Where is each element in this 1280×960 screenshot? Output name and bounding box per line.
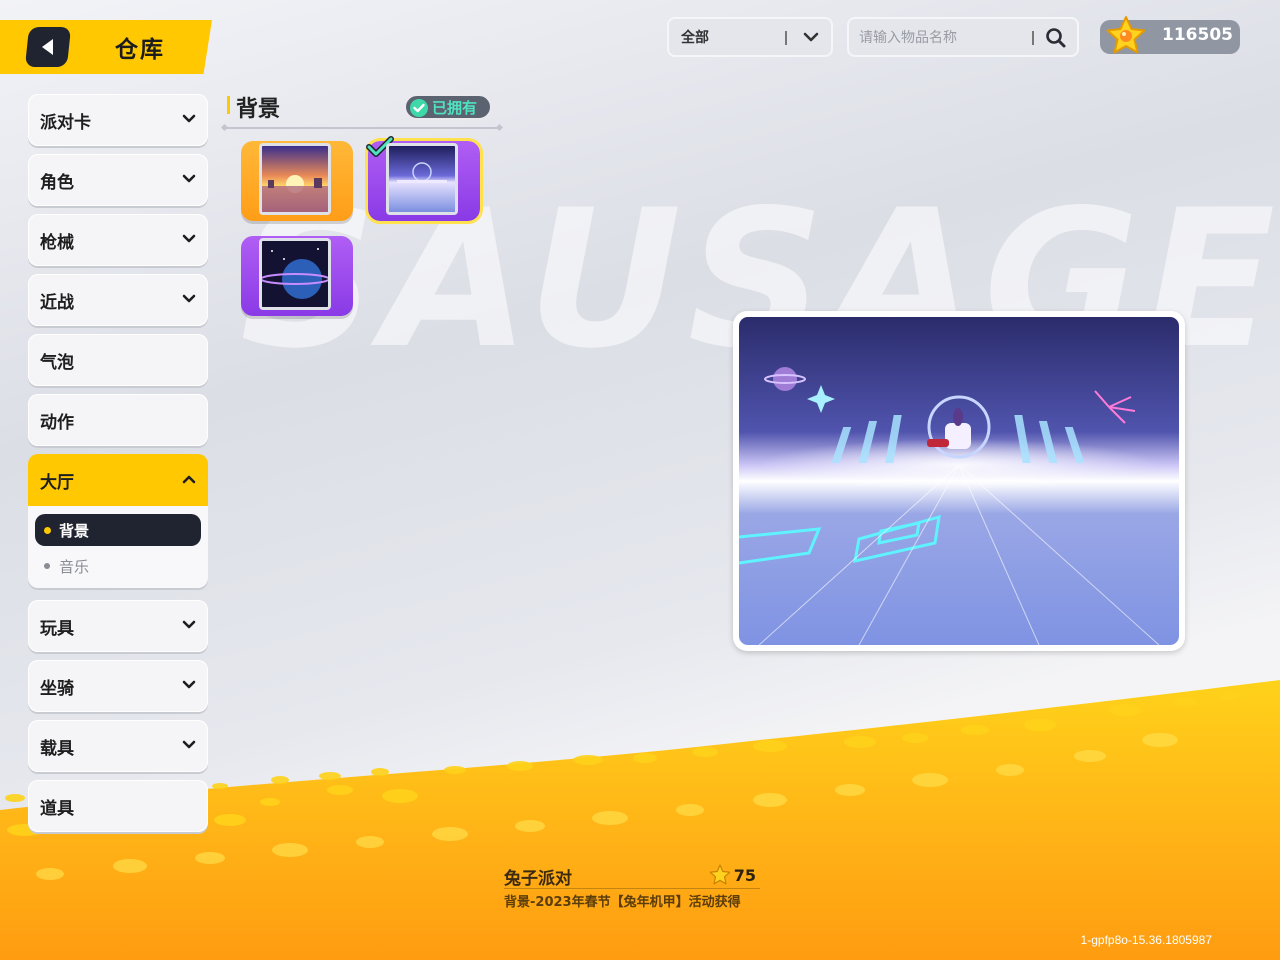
search-box xyxy=(847,17,1079,57)
category-filter-dropdown[interactable]: 全部 xyxy=(667,17,833,57)
item-preview-panel xyxy=(733,311,1185,651)
sidebar-item-vehicle[interactable]: 载具 xyxy=(28,720,208,772)
subcategory-label: 音乐 xyxy=(59,557,90,576)
item-thumbnail xyxy=(386,143,458,215)
sidebar-item-mount[interactable]: 坐骑 xyxy=(28,660,208,712)
chevron-down-icon xyxy=(182,174,196,183)
item-name: 兔子派对 xyxy=(504,869,572,889)
sidebar-item-label: 道具 xyxy=(40,798,74,819)
subcategory-label: 背景 xyxy=(59,521,90,540)
item-thumbnail xyxy=(259,238,331,310)
sidebar-item-melee[interactable]: 近战 xyxy=(28,274,208,326)
search-input[interactable] xyxy=(859,26,1027,50)
subcategory-music[interactable]: 音乐 xyxy=(35,550,201,582)
lobby-subcategory-panel: 背景 音乐 xyxy=(28,506,208,588)
planet-thumbnail-image xyxy=(262,241,328,307)
currency-amount: 116505 xyxy=(1162,25,1233,45)
chevron-down-icon xyxy=(182,114,196,123)
neon-stage-background-item[interactable] xyxy=(365,136,483,224)
star-coin-icon xyxy=(1106,16,1146,54)
section-title: 背景 xyxy=(236,97,281,122)
sunset-thumbnail-image xyxy=(262,146,328,212)
sidebar-item-label: 枪械 xyxy=(40,232,74,253)
chevron-down-icon xyxy=(182,294,196,303)
search-divider xyxy=(1032,31,1034,45)
sunset-background-item[interactable] xyxy=(241,141,353,221)
sidebar-item-label: 动作 xyxy=(40,412,74,433)
chevron-down-icon xyxy=(182,740,196,749)
subcategory-background[interactable]: 背景 xyxy=(35,514,201,546)
item-description: 背景-2023年春节【兔年机甲】活动获得 xyxy=(504,895,741,910)
section-header: 背景 已拥有 xyxy=(224,90,500,130)
sidebar-item-label: 近战 xyxy=(40,292,74,313)
page-title: 仓库 xyxy=(115,37,165,63)
sidebar-item-label: 派对卡 xyxy=(40,112,91,133)
chevron-down-icon xyxy=(182,620,196,629)
item-thumbnail xyxy=(259,143,331,215)
sidebar-item-label: 角色 xyxy=(40,172,74,193)
sidebar-item-label: 气泡 xyxy=(40,352,74,373)
rabbit-party-scene-image xyxy=(739,317,1179,645)
preview-image xyxy=(739,317,1179,645)
sidebar-item-label: 大厅 xyxy=(40,472,74,493)
back-arrow-icon xyxy=(42,39,53,55)
sidebar-item-lobby[interactable]: 大厅 xyxy=(28,454,208,506)
sidebar-item-character[interactable]: 角色 xyxy=(28,154,208,206)
filter-selected-value: 全部 xyxy=(681,30,709,46)
owned-filter-toggle[interactable]: 已拥有 xyxy=(404,94,492,120)
chevron-down-icon xyxy=(803,32,819,42)
planet-background-item[interactable] xyxy=(241,236,353,316)
star-coin-icon xyxy=(709,864,731,885)
sidebar-item-guns[interactable]: 枪械 xyxy=(28,214,208,266)
sidebar-item-label: 载具 xyxy=(40,738,74,759)
sidebar-item-label: 玩具 xyxy=(40,618,74,639)
sidebar-item-party-card[interactable]: 派对卡 xyxy=(28,94,208,146)
selected-dot xyxy=(44,527,51,534)
item-price: 75 xyxy=(709,864,756,886)
detail-divider xyxy=(504,888,760,889)
item-detail-info: 兔子派对 75 背景-2023年春节【兔年机甲】活动获得 xyxy=(504,864,760,910)
search-icon[interactable] xyxy=(1045,27,1067,49)
item-price-value: 75 xyxy=(733,865,756,885)
owned-label: 已拥有 xyxy=(432,98,478,117)
sidebar-item-props[interactable]: 道具 xyxy=(28,780,208,832)
bullet-dot xyxy=(44,563,50,569)
filter-divider xyxy=(785,31,787,45)
chevron-down-icon xyxy=(182,234,196,243)
section-divider xyxy=(224,127,500,129)
check-circle-icon xyxy=(410,99,428,117)
chevron-up-icon xyxy=(182,475,196,484)
warehouse-title-bar: 仓库 xyxy=(0,20,212,74)
currency-balance: 116505 xyxy=(1100,16,1240,54)
neon-stage-thumbnail-image xyxy=(389,146,455,212)
section-accent-bar xyxy=(227,96,230,114)
sidebar-item-label: 坐骑 xyxy=(40,678,74,699)
chevron-down-icon xyxy=(182,680,196,689)
back-button[interactable] xyxy=(24,27,72,67)
sidebar-item-emote[interactable]: 动作 xyxy=(28,394,208,446)
sidebar-item-toys[interactable]: 玩具 xyxy=(28,600,208,652)
sidebar-item-bubble[interactable]: 气泡 xyxy=(28,334,208,386)
version-label: 1-gpfp8o-15.36.1805987 xyxy=(1080,933,1212,947)
